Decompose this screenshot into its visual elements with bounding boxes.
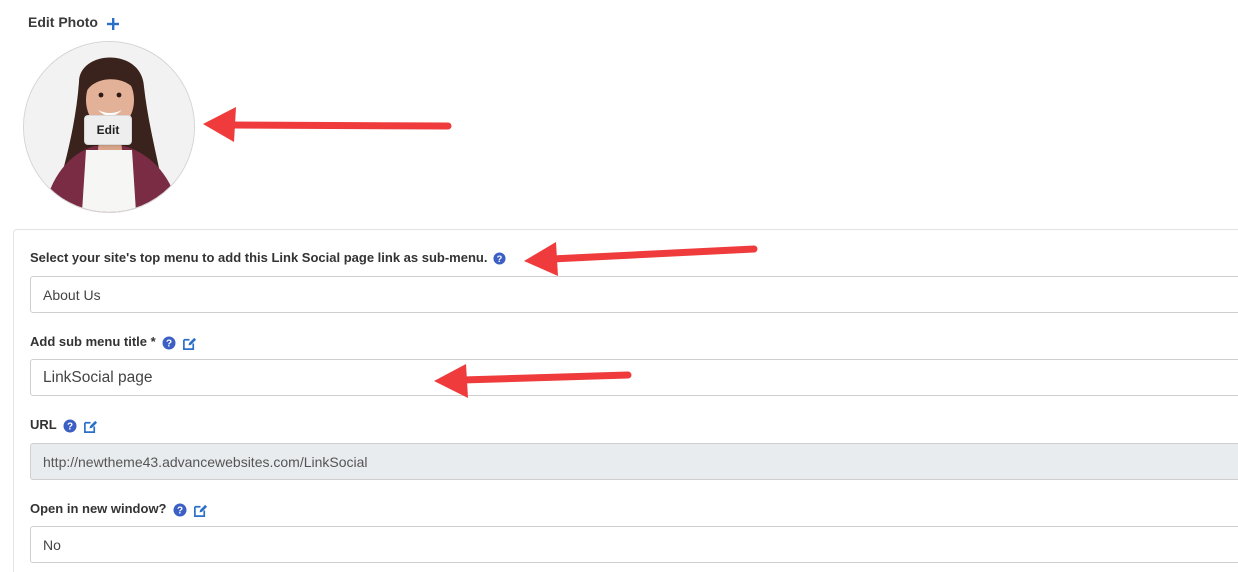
new-window-value: No xyxy=(43,536,61,553)
svg-text:?: ? xyxy=(497,253,503,263)
svg-text:?: ? xyxy=(176,505,182,516)
edit-photo-button[interactable]: Edit xyxy=(84,115,132,145)
svg-text:?: ? xyxy=(67,421,73,432)
annotation-arrow xyxy=(203,107,452,142)
question-circle-icon[interactable]: ? xyxy=(493,251,507,266)
pencil-square-icon[interactable] xyxy=(182,336,196,350)
plus-icon[interactable] xyxy=(106,17,120,31)
sub-menu-title-label-text: Add sub menu title * xyxy=(30,334,156,349)
sub-menu-title-label: Add sub menu title * ? xyxy=(30,334,196,350)
page: Edit Photo Edit Select your site's top m… xyxy=(0,0,1238,572)
pencil-square-icon[interactable] xyxy=(193,503,207,517)
url-value: http://newtheme43.advancewebsites.com/Li… xyxy=(43,453,368,470)
question-circle-icon[interactable]: ? xyxy=(162,336,176,350)
photo-header: Edit Photo xyxy=(28,14,120,30)
menu-select-label: Select your site's top menu to add this … xyxy=(30,250,507,265)
menu-select-value: About Us xyxy=(43,286,101,303)
edit-photo-title: Edit Photo xyxy=(28,14,98,30)
new-window-label: Open in new window? ? xyxy=(30,501,207,517)
question-circle-icon[interactable]: ? xyxy=(173,503,187,517)
url-label-text: URL xyxy=(30,417,57,432)
pencil-square-icon[interactable] xyxy=(83,419,97,433)
new-window-label-text: Open in new window? xyxy=(30,501,167,516)
menu-select[interactable]: About Us xyxy=(30,276,1238,313)
url-field: http://newtheme43.advancewebsites.com/Li… xyxy=(30,443,1238,480)
question-circle-icon[interactable]: ? xyxy=(63,419,77,433)
url-label: URL ? xyxy=(30,417,97,433)
sub-menu-title-input[interactable] xyxy=(30,359,1238,396)
menu-select-label-text: Select your site's top menu to add this … xyxy=(30,250,488,265)
new-window-select[interactable]: No xyxy=(30,526,1238,563)
svg-text:?: ? xyxy=(166,338,172,349)
